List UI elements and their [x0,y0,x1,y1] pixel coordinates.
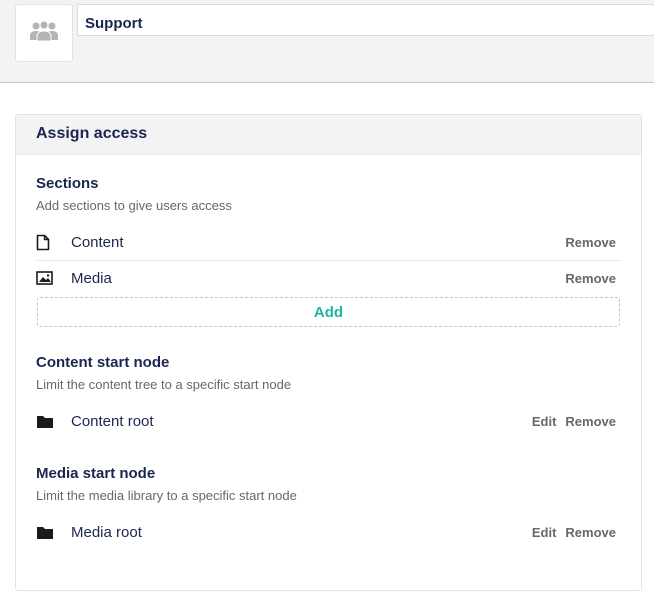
remove-button[interactable]: Remove [565,271,616,286]
group-name-input[interactable] [77,4,654,36]
media-start-node-description: Limit the media library to a specific st… [36,488,297,503]
sections-title: Sections [36,175,99,192]
group-avatar[interactable] [15,4,73,62]
remove-button[interactable]: Remove [565,414,616,429]
add-section-button[interactable]: Add [37,297,620,327]
section-item-media: Media Remove [36,260,621,296]
folder-icon [36,414,62,429]
content-start-node-item: Content root Edit Remove [36,403,621,439]
document-icon [36,234,62,251]
group-header [0,0,654,83]
content-root-label: Content root [71,412,154,430]
assign-access-panel: Assign access Sections Add sections to g… [15,114,642,591]
users-icon [29,20,59,47]
edit-button[interactable]: Edit [532,414,557,429]
media-start-node-title: Media start node [36,465,156,482]
image-icon [36,271,62,285]
media-root-label: Media root [71,523,142,541]
remove-button[interactable]: Remove [565,525,616,540]
panel-title: Assign access [16,115,641,155]
remove-button[interactable]: Remove [565,235,616,250]
section-item-label: Media [71,269,112,287]
sections-description: Add sections to give users access [36,198,232,213]
content-start-node-description: Limit the content tree to a specific sta… [36,377,292,392]
section-item-content: Content Remove [36,224,621,260]
edit-button[interactable]: Edit [532,525,557,540]
folder-icon [36,525,62,540]
section-item-label: Content [71,233,124,251]
content-start-node-title: Content start node [36,354,170,371]
media-start-node-item: Media root Edit Remove [36,514,621,550]
